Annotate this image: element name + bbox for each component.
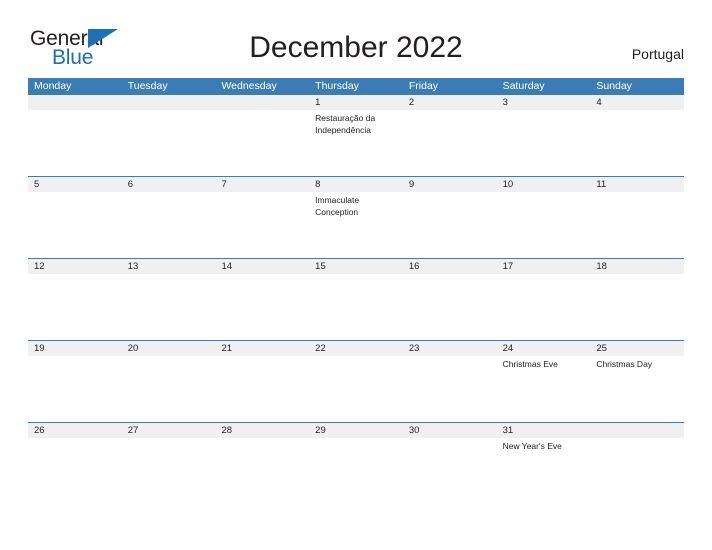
day-number[interactable]: 26 bbox=[28, 423, 122, 438]
calendar-week-row: 5 6 7 8 9 10 11 Immaculate Conception bbox=[28, 176, 684, 258]
day-event bbox=[403, 110, 497, 176]
day-number[interactable]: 12 bbox=[28, 259, 122, 274]
day-number[interactable]: 13 bbox=[122, 259, 216, 274]
week-date-strip: 12 13 14 15 16 17 18 bbox=[28, 259, 684, 274]
day-number[interactable]: 17 bbox=[497, 259, 591, 274]
day-number[interactable]: 10 bbox=[497, 177, 591, 192]
day-number[interactable] bbox=[590, 423, 684, 438]
day-event bbox=[590, 274, 684, 340]
day-number[interactable]: 11 bbox=[590, 177, 684, 192]
day-event bbox=[122, 356, 216, 422]
weekday-header-thursday: Thursday bbox=[315, 80, 359, 92]
page-title: December 2022 bbox=[249, 31, 463, 64]
weekday-header-tuesday: Tuesday bbox=[127, 80, 168, 92]
day-event bbox=[403, 356, 497, 422]
day-event bbox=[28, 110, 122, 176]
week-event-strip: Restauração da Independência bbox=[28, 110, 684, 176]
day-event bbox=[403, 274, 497, 340]
day-event: New Year's Eve bbox=[502, 441, 562, 451]
calendar-grid: Monday Tuesday Wednesday Thursday Friday… bbox=[28, 78, 684, 504]
day-number[interactable]: 21 bbox=[215, 341, 309, 356]
day-event bbox=[122, 192, 216, 258]
day-number[interactable]: 27 bbox=[122, 423, 216, 438]
day-number[interactable]: 22 bbox=[309, 341, 403, 356]
day-event bbox=[590, 438, 684, 504]
weekday-header-sunday: Sunday bbox=[596, 80, 632, 92]
day-event bbox=[497, 274, 591, 340]
day-number[interactable]: 16 bbox=[403, 259, 497, 274]
calendar-week-row: 12 13 14 15 16 17 18 bbox=[28, 258, 684, 340]
week-event-strip: Immaculate Conception bbox=[28, 192, 684, 258]
day-event bbox=[215, 438, 309, 504]
day-event: Restauração da Independência bbox=[315, 113, 376, 135]
day-event: Christmas Day bbox=[596, 359, 653, 369]
weekday-header-monday: Monday bbox=[34, 80, 72, 92]
day-number[interactable]: 20 bbox=[122, 341, 216, 356]
week-date-strip: 26 27 28 29 30 31 bbox=[28, 423, 684, 438]
day-event bbox=[403, 192, 497, 258]
day-number[interactable]: 4 bbox=[590, 95, 684, 110]
day-number[interactable]: 5 bbox=[28, 177, 122, 192]
day-event bbox=[28, 192, 122, 258]
day-event bbox=[28, 274, 122, 340]
day-event: Christmas Eve bbox=[502, 359, 558, 369]
day-number[interactable]: 29 bbox=[309, 423, 403, 438]
day-event bbox=[122, 438, 216, 504]
day-event bbox=[590, 192, 684, 258]
day-number[interactable]: 24 bbox=[497, 341, 591, 356]
day-number[interactable]: 3 bbox=[497, 95, 591, 110]
day-event bbox=[497, 110, 591, 176]
day-number[interactable]: 25 bbox=[590, 341, 684, 356]
day-number[interactable]: 23 bbox=[403, 341, 497, 356]
day-number[interactable]: 14 bbox=[215, 259, 309, 274]
day-event bbox=[215, 110, 309, 176]
day-number[interactable]: 19 bbox=[28, 341, 122, 356]
day-event bbox=[215, 274, 309, 340]
weekday-header-row: Monday Tuesday Wednesday Thursday Friday… bbox=[28, 78, 684, 95]
week-event-strip: Christmas Eve Christmas Day bbox=[28, 356, 684, 422]
day-number[interactable]: 18 bbox=[590, 259, 684, 274]
day-number[interactable]: 30 bbox=[403, 423, 497, 438]
day-number[interactable] bbox=[215, 95, 309, 110]
country-label: Portugal bbox=[631, 46, 684, 62]
week-event-strip bbox=[28, 274, 684, 340]
day-number[interactable]: 31 bbox=[497, 423, 591, 438]
day-number[interactable]: 6 bbox=[122, 177, 216, 192]
day-event bbox=[28, 356, 122, 422]
day-event bbox=[309, 438, 403, 504]
day-event bbox=[403, 438, 497, 504]
day-number[interactable]: 8 bbox=[309, 177, 403, 192]
calendar-week-row: 19 20 21 22 23 24 25 Christmas Eve Chris… bbox=[28, 340, 684, 422]
weekday-header-friday: Friday bbox=[408, 80, 439, 92]
calendar-week-row: 26 27 28 29 30 31 New Year's Eve bbox=[28, 422, 684, 504]
day-number[interactable]: 7 bbox=[215, 177, 309, 192]
week-date-strip: 5 6 7 8 9 10 11 bbox=[28, 177, 684, 192]
day-number[interactable] bbox=[122, 95, 216, 110]
day-number[interactable]: 1 bbox=[309, 95, 403, 110]
day-number[interactable]: 2 bbox=[403, 95, 497, 110]
day-event bbox=[497, 192, 591, 258]
day-number[interactable] bbox=[28, 95, 122, 110]
day-number[interactable]: 28 bbox=[215, 423, 309, 438]
week-date-strip: 1 2 3 4 bbox=[28, 95, 684, 110]
weekday-header-wednesday: Wednesday bbox=[221, 80, 277, 92]
day-event bbox=[122, 110, 216, 176]
day-number[interactable]: 9 bbox=[403, 177, 497, 192]
day-event bbox=[215, 356, 309, 422]
page-header: General Blue December 2022 Portugal bbox=[0, 0, 712, 78]
week-date-strip: 19 20 21 22 23 24 25 bbox=[28, 341, 684, 356]
day-event bbox=[309, 274, 403, 340]
weekday-header-saturday: Saturday bbox=[502, 80, 545, 92]
day-event: Immaculate Conception bbox=[315, 195, 360, 217]
day-event bbox=[309, 356, 403, 422]
day-event bbox=[122, 274, 216, 340]
week-event-strip: New Year's Eve bbox=[28, 438, 684, 504]
day-event bbox=[590, 110, 684, 176]
day-event bbox=[215, 192, 309, 258]
calendar-week-row: 1 2 3 4 Restauração da Independência bbox=[28, 95, 684, 176]
day-event bbox=[28, 438, 122, 504]
day-number[interactable]: 15 bbox=[309, 259, 403, 274]
